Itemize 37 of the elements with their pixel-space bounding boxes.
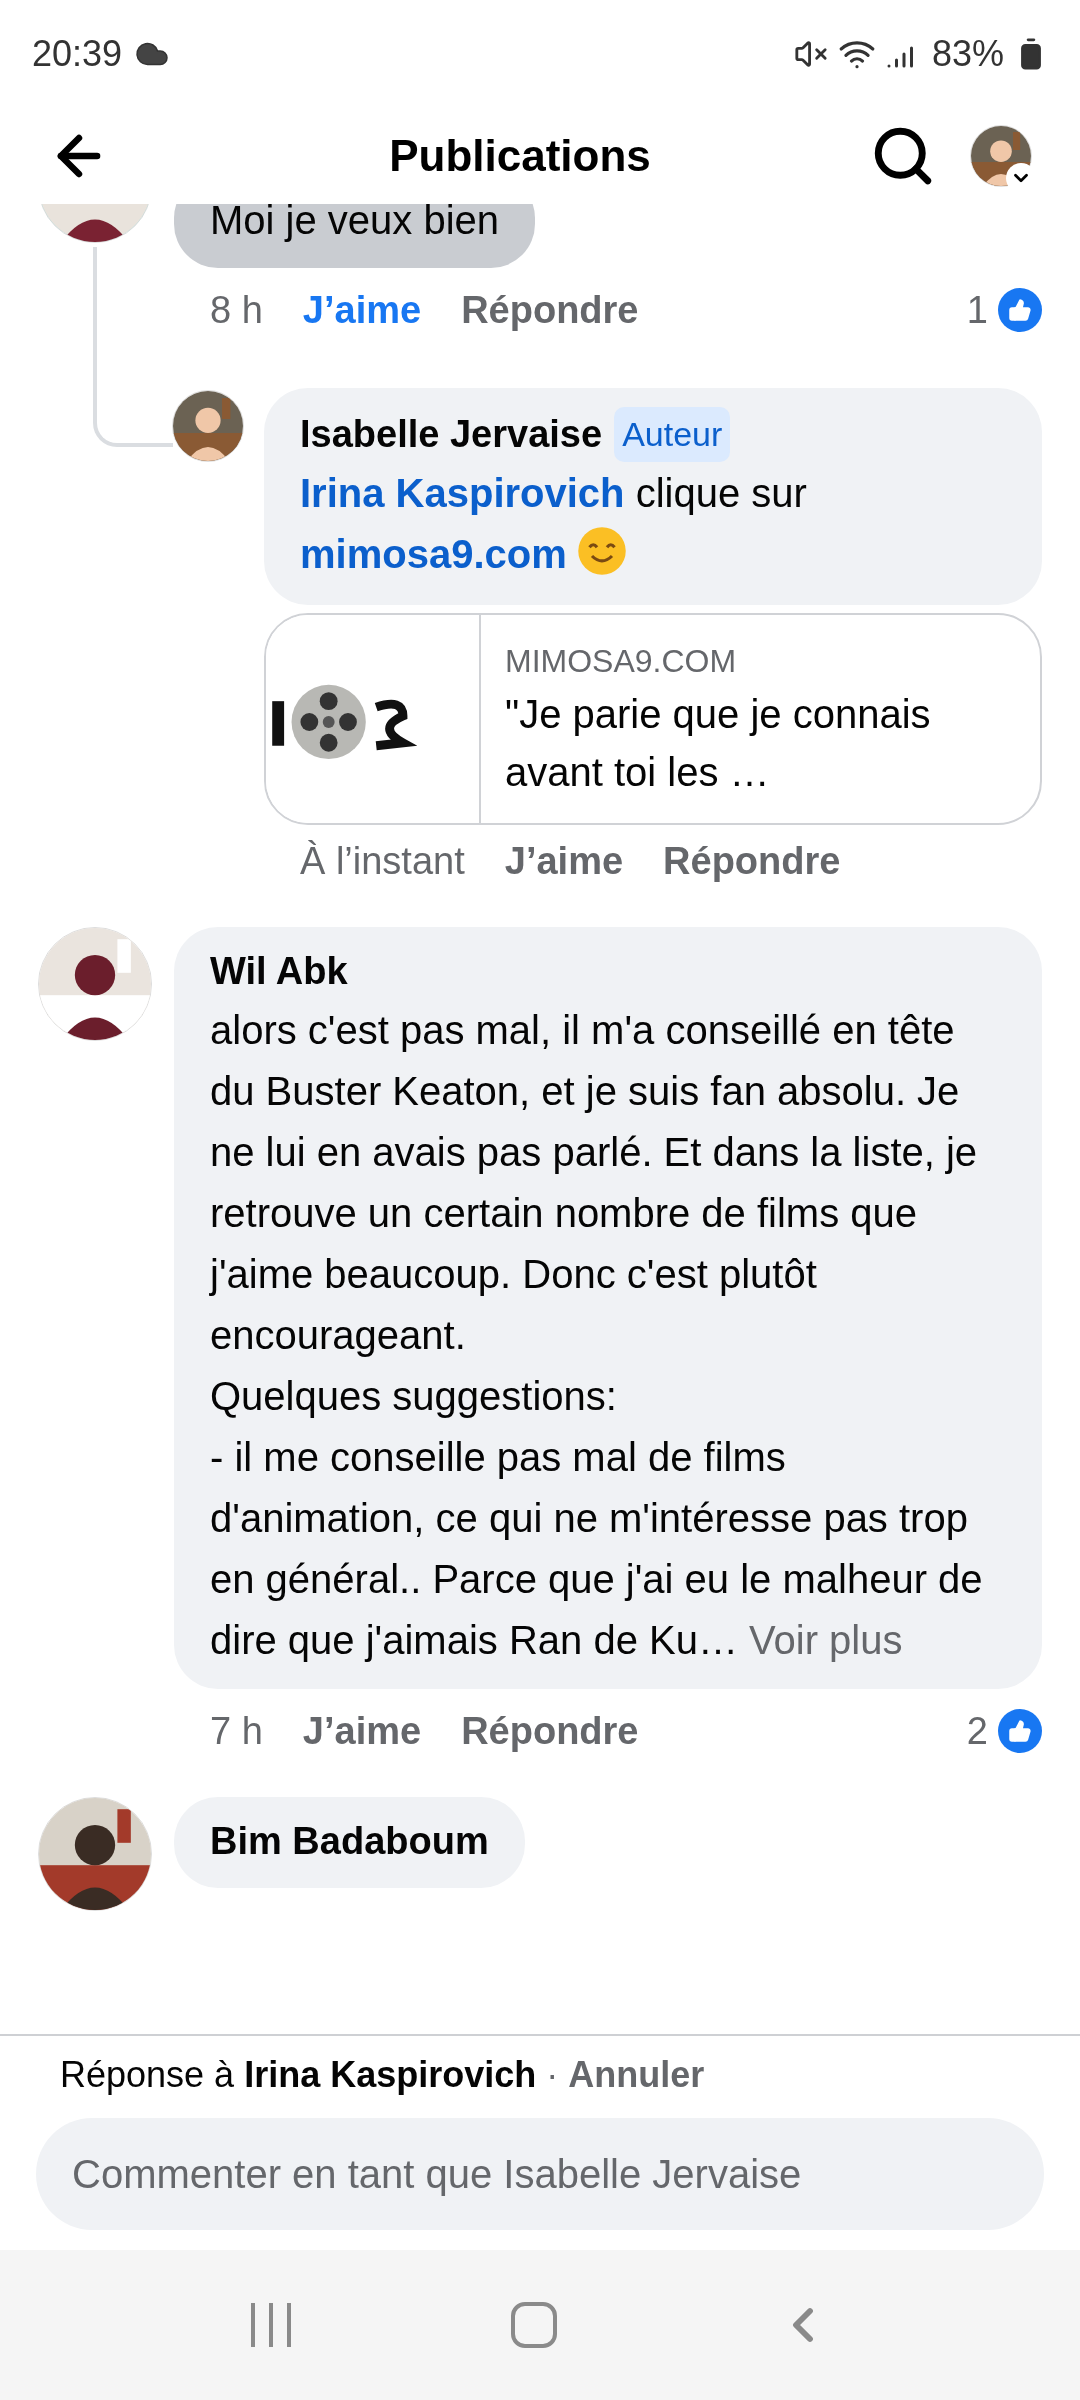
- comment-text: - il me conseille pas mal de films d'animation, ce qui ne m'intéresse pas trop en général.. Parce que j'ai eu le malheur de dire que j'aimais Ran de Ku… Voir plus: [210, 1434, 984, 1664]
- mention-link[interactable]: Irina Kaspirovich: [300, 471, 625, 515]
- author-name[interactable]: Wil Abk: [210, 943, 1006, 1000]
- comment-text: alors c'est pas mal, il m'a conseillé en tête du Buster Keaton, et je suis fan absolu. Je ne lui en avais pas parlé. Et dans la liste, je retrouve un certain nombre de films que j'aime beaucoup. Donc c'est plutôt encourageant.: [210, 1007, 979, 1359]
- reply-link[interactable]: Répondre: [663, 832, 841, 890]
- reply-context: Réponse à Irina Kaspirovich · Annuler: [59, 2053, 706, 2097]
- comment-text: Moi je veux bien: [210, 204, 500, 244]
- author-name[interactable]: Isabelle Jervaise: [300, 406, 603, 463]
- link-domain: MIMOSA9.COM: [505, 642, 738, 681]
- see-more-link[interactable]: Voir plus: [749, 1618, 903, 1662]
- reply-link[interactable]: Répondre: [461, 1702, 639, 1760]
- like-link[interactable]: J’aime: [302, 281, 422, 339]
- comment-field[interactable]: Commenter en tant que Isabelle Jervaise: [36, 2118, 1044, 2230]
- link-preview-card[interactable]: MIMOSA9.COM "Je parie que je connais avant toi les …: [264, 613, 1042, 825]
- comment-time: À l’instant: [300, 838, 465, 884]
- smiley-icon: [576, 526, 627, 576]
- battery-percent: 83%: [931, 32, 1004, 76]
- like-count: 2: [966, 1708, 988, 1754]
- like-icon: [998, 288, 1042, 332]
- like-link[interactable]: J’aime: [302, 1702, 422, 1760]
- cancel-link[interactable]: Annuler: [568, 2054, 705, 2095]
- page-title: Publications: [388, 130, 652, 182]
- comment-text: Quelques suggestions:: [210, 1373, 618, 1420]
- author-badge: Auteur: [614, 407, 731, 462]
- web-link[interactable]: mimosa9.com: [300, 532, 567, 576]
- comment-text: Irina Kaspirovich clique sur mimosa9.com: [300, 470, 808, 578]
- status-time: 20:39: [32, 32, 123, 76]
- comment-time: 8 h: [210, 287, 263, 333]
- recent-apps-icon[interactable]: [249, 2301, 293, 2349]
- home-icon[interactable]: [511, 2302, 557, 2348]
- comment-time: 7 h: [210, 1708, 263, 1754]
- author-name[interactable]: Bim Badaboum: [210, 1813, 489, 1870]
- like-count: 1: [966, 287, 988, 333]
- like-link[interactable]: J’aime: [504, 832, 624, 890]
- like-icon: [998, 1709, 1042, 1753]
- link-title: "Je parie que je connais avant toi les …: [505, 691, 932, 796]
- reply-link[interactable]: Répondre: [461, 281, 639, 339]
